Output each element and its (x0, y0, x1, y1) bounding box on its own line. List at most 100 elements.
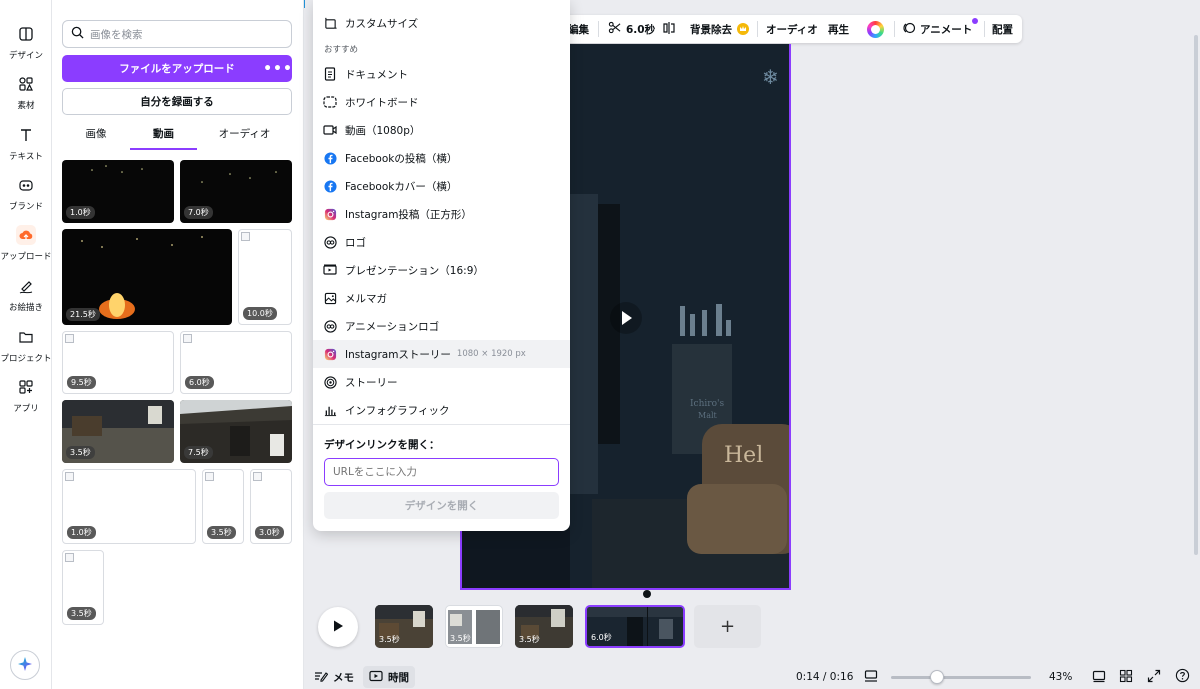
timeline-toggle-button[interactable]: 時間 (363, 666, 415, 688)
rail-item-projects[interactable]: プロジェクト (0, 327, 52, 371)
help-button[interactable] (1174, 668, 1190, 685)
video-thumbnail[interactable]: 3.5秒 (62, 400, 174, 463)
toolbar-divider (598, 21, 599, 37)
menu-item-facebook-post[interactable]: Facebookの投稿（横） (313, 144, 570, 172)
menu-item-animated-logo[interactable]: アニメーションロゴ (313, 312, 570, 340)
record-yourself-button[interactable]: 自分を録画する (62, 88, 292, 115)
menu-item-logo[interactable]: ロゴ (313, 228, 570, 256)
playback-button[interactable]: 再生 (828, 15, 849, 43)
menu-item-presentation[interactable]: プレゼンテーション（16:9） (313, 256, 570, 284)
menu-item-label: Facebookの投稿（横） (345, 152, 458, 165)
menu-item-label: ドキュメント (345, 68, 408, 81)
open-design-link-title: デザインリンクを開く： (324, 439, 440, 451)
menu-item-story[interactable]: ストーリー (313, 368, 570, 396)
folder-icon (16, 327, 36, 347)
video-duration: 10.0秒 (243, 307, 277, 320)
broken-image-icon (183, 334, 192, 343)
edit-button[interactable]: 編集 (568, 15, 589, 43)
rail-item-upload[interactable]: アップロード (0, 225, 52, 269)
audio-button[interactable]: オーディオ (766, 15, 818, 43)
playhead-marker[interactable] (643, 590, 651, 598)
video-thumbnail[interactable]: 7.5秒 (180, 400, 292, 463)
background-remover-button[interactable]: 背景除去 (690, 15, 749, 43)
text-icon (16, 125, 36, 145)
color-button[interactable] (867, 15, 884, 43)
left-rail: デザイン 素材 テキスト ブランド アップロード お絵描き プロジェクト アプリ (0, 0, 52, 689)
search-input[interactable]: 画像を検索 (62, 20, 292, 48)
video-duration: 7.0秒 (184, 206, 213, 219)
menu-item-infographic[interactable]: インフォグラフィック (313, 396, 570, 424)
rail-label: アプリ (13, 404, 39, 414)
menu-item-facebook-cover[interactable]: Facebookカバー（横） (313, 172, 570, 200)
video-thumbnail[interactable]: 10.0秒 (238, 229, 292, 325)
menu-item-whiteboard[interactable]: ホワイトボード (313, 88, 570, 116)
timeline-clip-selected[interactable]: 6.0秒 (585, 605, 685, 648)
page-view-button[interactable] (1091, 669, 1107, 685)
rail-item-draw[interactable]: お絵描き (0, 276, 52, 320)
grid-view-button[interactable] (1118, 669, 1134, 685)
timeline-clip[interactable]: 3.5秒 (375, 605, 433, 648)
upload-cloud-icon (16, 225, 36, 245)
flip-button[interactable] (662, 15, 676, 43)
rail-item-text[interactable]: テキスト (0, 125, 52, 169)
video-thumbnail[interactable]: 9.5秒 (62, 331, 174, 394)
add-clip-button[interactable]: + (694, 605, 761, 648)
svg-text:Malt: Malt (698, 411, 718, 420)
timeline-clip[interactable]: 3.5秒 (445, 605, 503, 648)
menu-item-custom-size[interactable]: カスタムサイズ (313, 9, 570, 37)
timeline-play-button[interactable] (318, 607, 358, 647)
instagram-icon (323, 347, 337, 361)
menu-item-document[interactable]: ドキュメント (313, 60, 570, 88)
animate-label: アニメート (920, 23, 973, 36)
video-thumbnail[interactable]: 6.0秒 (180, 331, 292, 394)
rail-item-brand[interactable]: ブランド (0, 175, 52, 219)
menu-item-video[interactable]: 動画（1080p） (313, 116, 570, 144)
menu-item-label: ロゴ (345, 236, 366, 249)
tab-videos[interactable]: 動画 (130, 124, 197, 150)
clip-duration: 3.5秒 (379, 635, 400, 644)
flip-icon (662, 21, 676, 38)
menu-item-label: プレゼンテーション（16:9） (345, 264, 484, 277)
tab-images[interactable]: 画像 (62, 124, 130, 150)
video-duration: 21.5秒 (66, 308, 100, 321)
notes-button[interactable]: メモ (314, 666, 354, 688)
video-thumbnail[interactable]: 21.5秒 (62, 229, 232, 325)
timeline-clip[interactable]: 3.5秒 (515, 605, 573, 648)
vertical-scrollbar[interactable] (1194, 35, 1198, 555)
video-thumbnail[interactable]: 3.0秒 (250, 469, 292, 544)
duration-button[interactable]: 6.0秒 (608, 15, 655, 43)
more-options-icon[interactable]: ••• (263, 55, 292, 82)
video-duration: 7.5秒 (184, 446, 213, 459)
rail-item-elements[interactable]: 素材 (0, 74, 52, 118)
zoom-slider[interactable] (891, 670, 1031, 684)
video-thumbnail[interactable]: 3.5秒 (62, 550, 104, 625)
magic-assistant-button[interactable] (10, 650, 40, 680)
video-thumbnail[interactable]: 1.0秒 (62, 160, 174, 223)
menu-item-instagram-story[interactable]: Instagramストーリー 1080 × 1920 px (313, 340, 570, 368)
arrange-button[interactable]: 配置 (992, 15, 1013, 43)
open-design-button[interactable]: デザインを開く (324, 492, 559, 519)
broken-image-icon (65, 334, 74, 343)
menu-item-newsletter[interactable]: メルマガ (313, 284, 570, 312)
rail-item-design[interactable]: デザイン (0, 24, 52, 68)
video-duration: 1.0秒 (66, 206, 95, 219)
menu-item-instagram-post[interactable]: Instagram投稿（正方形） (313, 200, 570, 228)
upload-files-button[interactable]: ファイルをアップロード ••• (62, 55, 292, 82)
video-thumbnail[interactable]: 3.5秒 (202, 469, 244, 544)
bg-remove-label: 背景除去 (690, 23, 732, 36)
animate-button[interactable]: アニメート (902, 15, 979, 43)
design-url-input[interactable] (324, 458, 559, 486)
expand-icon (1147, 669, 1161, 686)
context-toolbar: 編集 6.0秒 背景除去 オーディオ 再生 アニメート 配置 (560, 15, 1022, 43)
menu-item-label: ストーリー (345, 376, 398, 389)
tab-audio[interactable]: オーディオ (202, 124, 287, 150)
menu-item-label: Instagramストーリー (345, 348, 451, 361)
fullscreen-button[interactable] (1146, 669, 1162, 685)
rail-item-apps[interactable]: アプリ (0, 377, 52, 421)
video-duration: 3.5秒 (66, 446, 95, 459)
video-thumbnail[interactable]: 7.0秒 (180, 160, 292, 223)
video-duration: 1.0秒 (67, 526, 96, 539)
page-notes-toggle[interactable] (863, 669, 879, 685)
video-thumbnail[interactable]: 1.0秒 (62, 469, 196, 544)
zoom-level[interactable]: 43% (1049, 666, 1072, 688)
